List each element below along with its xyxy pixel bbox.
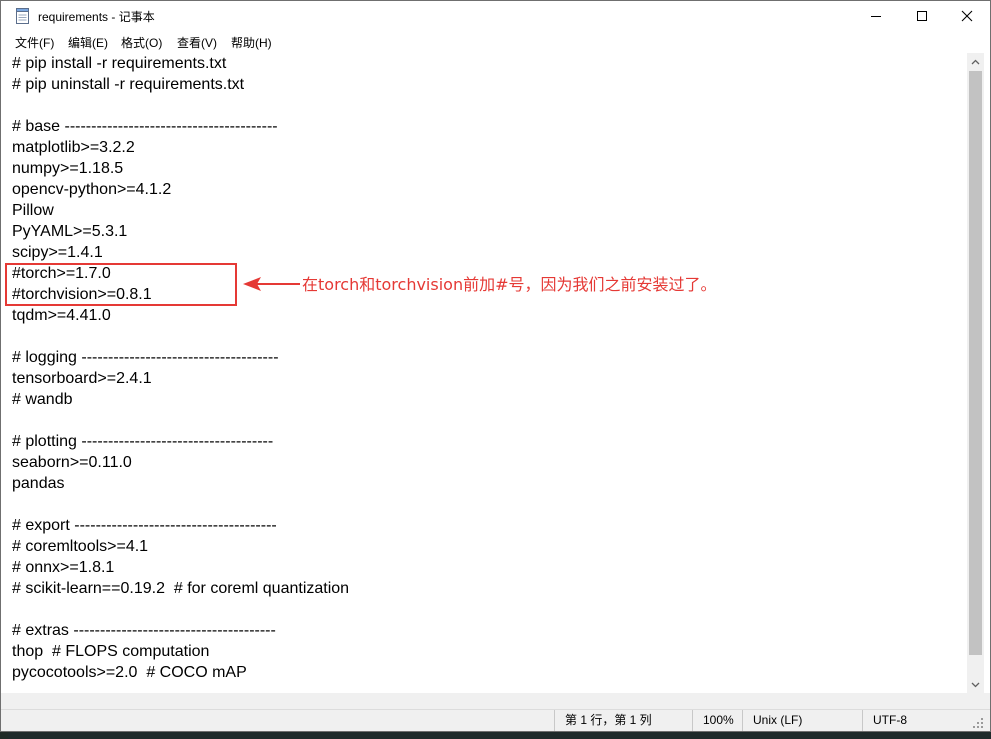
scroll-down-button[interactable]	[967, 676, 984, 693]
text-line: seaborn>=0.11.0	[12, 454, 132, 471]
title-bar[interactable]: requirements - 记事本	[1, 1, 990, 31]
text-line: # extras -------------------------------…	[12, 622, 276, 639]
cursor-position: 第 1 行，第 1 列	[554, 710, 692, 731]
window-title: requirements - 记事本	[38, 10, 155, 24]
menu-help[interactable]: 帮助(H)	[231, 34, 272, 51]
scroll-gutter	[1, 693, 990, 709]
menu-edit[interactable]: 编辑(E)	[68, 34, 108, 51]
text-line: # base ---------------------------------…	[12, 118, 278, 135]
text-line: # scikit-learn==0.19.2 # for coreml quan…	[12, 580, 350, 597]
highlight-box	[5, 263, 237, 306]
scroll-up-button[interactable]	[967, 53, 984, 70]
text-line: tqdm>=4.41.0	[12, 307, 111, 324]
menu-bar: 文件(F) 编辑(E) 格式(O) 查看(V) 帮助(H)	[1, 31, 990, 51]
minimize-icon	[871, 16, 881, 17]
text-line: opencv-python>=4.1.2	[12, 181, 172, 198]
chevron-up-icon	[971, 59, 980, 64]
text-line: scipy>=1.4.1	[12, 244, 103, 261]
chevron-down-icon	[971, 682, 980, 687]
text-line: # logging ------------------------------…	[12, 349, 279, 366]
text-line: numpy>=1.18.5	[12, 160, 124, 177]
notepad-icon	[16, 8, 29, 24]
text-line: thop # FLOPS computation	[12, 643, 210, 660]
notepad-window: requirements - 记事本 文件(F) 编辑(E) 格式(O) 查看(…	[0, 0, 991, 732]
text-line: pandas	[12, 475, 65, 492]
encoding: UTF-8	[862, 710, 968, 731]
text-line: # coremltools>=4.1	[12, 538, 149, 555]
scrollbar-thumb[interactable]	[969, 71, 982, 655]
text-line: PyYAML>=5.3.1	[12, 223, 128, 240]
text-line: # pip install -r requirements.txt	[12, 55, 227, 72]
minimize-button[interactable]	[853, 1, 899, 31]
text-line: # onnx>=1.8.1	[12, 559, 115, 576]
menu-view[interactable]: 查看(V)	[177, 34, 217, 51]
annotation-arrow-icon	[243, 277, 300, 291]
text-line: # export -------------------------------…	[12, 517, 277, 534]
text-line: # plotting -----------------------------…	[12, 433, 274, 450]
maximize-icon	[917, 11, 927, 21]
text-line: matplotlib>=3.2.2	[12, 139, 135, 156]
zoom-level: 100%	[692, 710, 742, 731]
text-editor[interactable]: # pip install -r requirements.txt # pip …	[9, 53, 967, 693]
text-line: pycocotools>=2.0 # COCO mAP	[12, 664, 247, 681]
text-line: # wandb	[12, 391, 73, 408]
menu-file[interactable]: 文件(F)	[15, 34, 54, 51]
resize-grip-icon[interactable]	[972, 717, 984, 729]
close-icon	[961, 10, 973, 22]
status-bar: 第 1 行，第 1 列 100% Unix (LF) UTF-8	[1, 709, 990, 731]
menu-format[interactable]: 格式(O)	[121, 34, 162, 51]
text-line: tensorboard>=2.4.1	[12, 370, 152, 387]
text-line: # pip uninstall -r requirements.txt	[12, 76, 245, 93]
line-ending: Unix (LF)	[742, 710, 862, 731]
text-line: Pillow	[12, 202, 54, 219]
maximize-button[interactable]	[899, 1, 945, 31]
annotation-text: 在torch和torchvision前加#号，因为我们之前安装过了。	[302, 275, 717, 294]
close-button[interactable]	[944, 1, 990, 31]
